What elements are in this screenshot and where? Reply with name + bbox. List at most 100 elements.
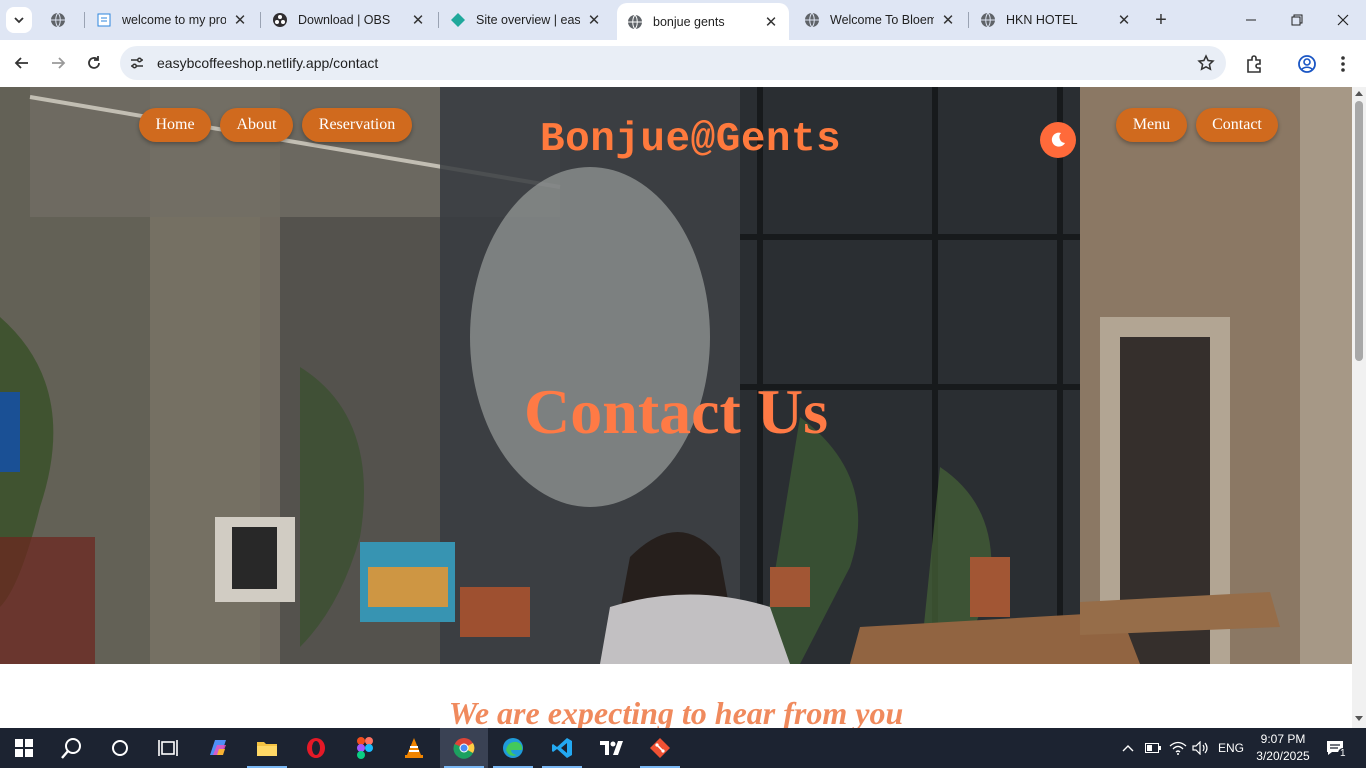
tab-title: Download | OBS — [298, 13, 391, 27]
profile-icon[interactable] — [1296, 53, 1318, 75]
tab-0[interactable] — [40, 5, 80, 35]
close-icon[interactable]: ✕ — [410, 12, 426, 29]
minimize-button[interactable] — [1228, 0, 1274, 40]
copilot-app[interactable] — [194, 728, 242, 768]
tab-6[interactable]: HKN HOTEL ✕ — [970, 5, 1142, 35]
tab-title: HKN HOTEL — [1006, 13, 1078, 27]
restore-icon — [1291, 14, 1303, 26]
chrome-app[interactable] — [440, 728, 488, 768]
volume-indicator[interactable] — [1190, 728, 1212, 768]
scroll-down-arrow-icon[interactable] — [1355, 716, 1363, 722]
show-hidden-icons-button[interactable] — [1118, 728, 1138, 768]
close-icon[interactable]: ✕ — [232, 12, 248, 29]
document-icon — [96, 12, 112, 28]
page-scrollbar[interactable] — [1352, 87, 1366, 728]
figma-app[interactable] — [341, 728, 389, 768]
vlc-cone-icon — [405, 738, 423, 758]
nav-reservation-link[interactable]: Reservation — [302, 108, 412, 142]
search-icon — [61, 738, 81, 759]
input-language-indicator[interactable]: ENG — [1214, 728, 1248, 768]
copilot-icon — [210, 740, 226, 755]
new-tab-button[interactable]: + — [1149, 8, 1173, 32]
forward-button[interactable] — [44, 50, 72, 76]
site-info-icon[interactable] — [128, 54, 146, 72]
clock-time: 9:07 PM — [1260, 732, 1306, 746]
tab-2[interactable]: Download | OBS ✕ — [262, 5, 436, 35]
edge-icon — [503, 738, 523, 758]
obs-icon — [272, 12, 288, 28]
task-view-button[interactable] — [144, 728, 192, 768]
vlc-app[interactable] — [390, 728, 438, 768]
tab-1[interactable]: welcome to my proj ✕ — [86, 5, 258, 35]
tradingview-icon — [600, 741, 623, 755]
address-bar[interactable]: easybcoffeeshop.netlify.app/contact — [120, 46, 1226, 80]
nav-home-link[interactable]: Home — [139, 108, 211, 142]
arrow-left-icon — [14, 57, 28, 69]
globe-icon — [804, 12, 820, 28]
page-viewport: Home About Reservation Bonjue@Gents Menu… — [0, 87, 1352, 728]
url-text[interactable]: easybcoffeeshop.netlify.app/contact — [157, 55, 378, 71]
back-button[interactable] — [8, 50, 36, 76]
tab-separator — [84, 12, 85, 28]
globe-icon — [50, 12, 66, 28]
cortana-button[interactable] — [96, 728, 144, 768]
close-icon[interactable]: ✕ — [586, 12, 602, 29]
tab-separator — [260, 12, 261, 28]
action-center-button[interactable]: 1 — [1320, 728, 1350, 768]
folder-icon — [257, 742, 277, 756]
dark-mode-toggle[interactable] — [1040, 122, 1076, 158]
close-window-button[interactable] — [1320, 0, 1366, 40]
reload-icon — [88, 56, 100, 69]
tab-active[interactable]: bonjue gents ✕ — [617, 3, 789, 40]
git-icon — [650, 738, 670, 758]
close-icon[interactable]: ✕ — [1116, 12, 1132, 29]
start-button[interactable] — [0, 728, 48, 768]
taskbar-search-button[interactable] — [48, 728, 96, 768]
tab-title: bonjue gents — [653, 14, 725, 29]
minimize-icon — [1246, 19, 1256, 21]
tradingview-app[interactable] — [587, 728, 635, 768]
hero-heading: Contact Us — [524, 376, 828, 447]
close-icon[interactable]: ✕ — [763, 14, 779, 31]
globe-icon — [980, 12, 996, 28]
network-indicator[interactable] — [1166, 728, 1190, 768]
tab-3[interactable]: Site overview | easyb ✕ — [440, 5, 612, 35]
browser-toolbar: easybcoffeeshop.netlify.app/contact — [0, 40, 1366, 87]
extensions-icon[interactable] — [1243, 53, 1265, 75]
tab-5[interactable]: Welcome To Bloemb ✕ — [794, 5, 966, 35]
kebab-menu-icon[interactable] — [1332, 53, 1354, 75]
close-icon[interactable]: ✕ — [940, 12, 956, 29]
vscode-app[interactable] — [538, 728, 586, 768]
bookmark-star-icon[interactable] — [1196, 53, 1216, 73]
tab-search-button[interactable] — [6, 7, 32, 33]
battery-indicator[interactable] — [1142, 728, 1164, 768]
opera-app[interactable] — [292, 728, 340, 768]
scrollbar-thumb[interactable] — [1355, 101, 1363, 361]
arrow-right-icon — [52, 57, 66, 69]
tab-separator — [438, 12, 439, 28]
moon-icon — [1051, 132, 1065, 147]
task-view-icon — [158, 740, 178, 756]
chrome-icon — [453, 738, 475, 759]
contact-subheading: We are expecting to hear from you — [448, 695, 904, 728]
file-explorer-app[interactable] — [243, 728, 291, 768]
wifi-icon — [1169, 741, 1187, 755]
cortana-icon — [112, 740, 128, 756]
site-logo-text[interactable]: Bonjue@Gents — [540, 117, 841, 163]
battery-icon — [1145, 743, 1161, 753]
taskbar-clock[interactable]: 9:07 PM 3/20/2025 — [1255, 731, 1311, 765]
clock-date: 3/20/2025 — [1256, 749, 1310, 763]
restore-button[interactable] — [1274, 0, 1320, 40]
close-icon — [1337, 14, 1349, 26]
scroll-up-arrow-icon[interactable] — [1355, 90, 1363, 96]
nav-about-link[interactable]: About — [220, 108, 293, 142]
plus-icon: + — [1155, 8, 1167, 31]
hero-section: Home About Reservation Bonjue@Gents Menu… — [0, 87, 1352, 664]
reload-button[interactable] — [80, 50, 108, 76]
nav-contact-link[interactable]: Contact — [1196, 108, 1278, 142]
git-app[interactable] — [636, 728, 684, 768]
edge-app[interactable] — [489, 728, 537, 768]
tab-title: Site overview | easyb — [476, 13, 580, 27]
nav-menu-link[interactable]: Menu — [1116, 108, 1187, 142]
tab-title: Welcome To Bloemb — [830, 13, 934, 27]
